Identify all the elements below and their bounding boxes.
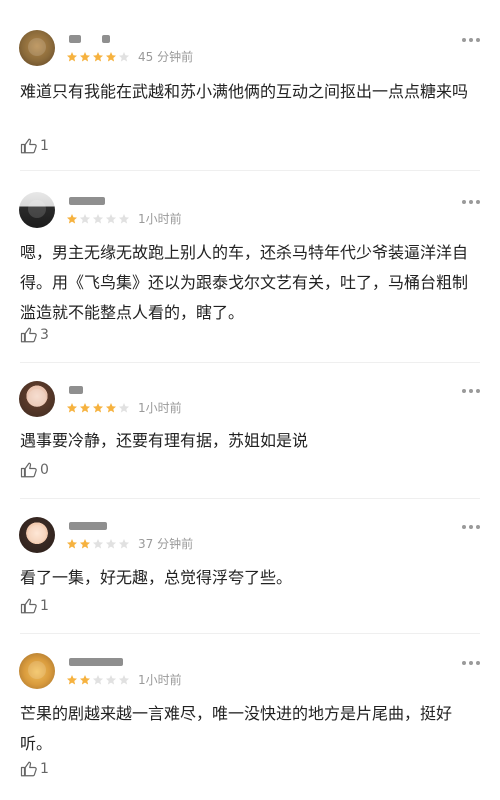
star-filled-icon — [67, 51, 77, 61]
comment-list: 45 分钟前 难道只有我能在武越和苏小满他俩的互动之间抠出一点点糖来吗 1 1小… — [0, 0, 500, 800]
comment-meta: 37 分钟前 — [66, 535, 193, 552]
username[interactable] — [66, 383, 83, 397]
star-filled-icon — [80, 51, 90, 61]
comment-text: 遇事要冷静，还要有理有据，苏姐如是说 — [20, 431, 309, 450]
more-options-button[interactable] — [462, 389, 480, 395]
timestamp: 37 分钟前 — [138, 537, 194, 551]
comment-item: 1小时前 芒果的剧越来越一言难尽，唯一没快进的地方是片尾曲，挺好听。 1 — [0, 653, 500, 788]
like-button[interactable]: 1 — [20, 597, 49, 615]
divider — [20, 170, 480, 171]
star-filled-icon — [67, 674, 77, 684]
avatar[interactable] — [19, 192, 55, 228]
star-empty-icon — [119, 674, 129, 684]
like-count: 1 — [40, 138, 49, 154]
username[interactable] — [66, 194, 105, 208]
comment-meta: 45 分钟前 — [66, 48, 193, 65]
divider — [20, 498, 480, 499]
star-filled-icon — [106, 51, 116, 61]
star-rating — [66, 51, 130, 63]
star-filled-icon — [80, 402, 90, 412]
avatar[interactable] — [19, 653, 55, 689]
redacted-name-mark — [69, 522, 107, 530]
star-empty-icon — [106, 674, 116, 684]
star-filled-icon — [80, 674, 90, 684]
timestamp: 1小时前 — [138, 212, 182, 226]
like-button[interactable]: 0 — [20, 461, 49, 479]
comment-text: 芒果的剧越来越一言难尽，唯一没快进的地方是片尾曲，挺好听。 — [20, 704, 453, 753]
redacted-name-mark — [102, 35, 110, 43]
star-empty-icon — [93, 674, 103, 684]
redacted-name-mark — [69, 386, 83, 394]
timestamp: 1小时前 — [138, 673, 182, 687]
star-empty-icon — [93, 213, 103, 223]
like-button[interactable]: 1 — [20, 760, 49, 778]
timestamp: 45 分钟前 — [138, 50, 194, 64]
star-empty-icon — [119, 402, 129, 412]
comment-item: 1小时前 遇事要冷静，还要有理有据，苏姐如是说 0 — [0, 381, 500, 491]
thumbs-up-icon — [20, 761, 37, 777]
redacted-name-mark — [69, 35, 81, 43]
comment-meta: 1小时前 — [66, 399, 182, 416]
star-empty-icon — [119, 51, 129, 61]
star-rating — [66, 402, 130, 414]
comment-text: 难道只有我能在武越和苏小满他俩的互动之间抠出一点点糖来吗 — [20, 82, 469, 101]
star-filled-icon — [80, 538, 90, 548]
redacted-name-mark — [69, 658, 123, 666]
star-filled-icon — [67, 402, 77, 412]
star-filled-icon — [67, 213, 77, 223]
username[interactable] — [66, 32, 110, 46]
comment-text: 嗯，男主无缘无故跑上别人的车，还杀马特年代少爷装逼洋洋自得。用《飞鸟集》还以为跟… — [20, 243, 469, 322]
star-empty-icon — [80, 213, 90, 223]
like-button[interactable]: 3 — [20, 326, 49, 344]
avatar[interactable] — [19, 30, 55, 66]
more-options-button[interactable] — [462, 200, 480, 206]
comment-meta: 1小时前 — [66, 671, 182, 688]
like-count: 1 — [40, 761, 49, 777]
more-options-button[interactable] — [462, 525, 480, 531]
username[interactable] — [66, 655, 123, 669]
like-count: 3 — [40, 327, 49, 343]
star-filled-icon — [93, 51, 103, 61]
divider — [20, 633, 480, 634]
comment-item: 45 分钟前 难道只有我能在武越和苏小满他俩的互动之间抠出一点点糖来吗 1 — [0, 30, 500, 165]
thumbs-up-icon — [20, 138, 37, 154]
like-count: 0 — [40, 462, 49, 478]
star-empty-icon — [106, 213, 116, 223]
thumbs-up-icon — [20, 462, 37, 478]
star-empty-icon — [119, 538, 129, 548]
comment-meta: 1小时前 — [66, 210, 182, 227]
more-options-button[interactable] — [462, 38, 480, 44]
redacted-name-mark — [69, 197, 105, 205]
thumbs-up-icon — [20, 327, 37, 343]
timestamp: 1小时前 — [138, 401, 182, 415]
star-empty-icon — [119, 213, 129, 223]
star-filled-icon — [67, 538, 77, 548]
star-rating — [66, 674, 130, 686]
avatar[interactable] — [19, 381, 55, 417]
username[interactable] — [66, 519, 107, 533]
star-filled-icon — [106, 402, 116, 412]
star-rating — [66, 538, 130, 550]
avatar[interactable] — [19, 517, 55, 553]
more-options-button[interactable] — [462, 661, 480, 667]
thumbs-up-icon — [20, 598, 37, 614]
star-rating — [66, 213, 130, 225]
star-empty-icon — [106, 538, 116, 548]
star-empty-icon — [93, 538, 103, 548]
comment-item: 1小时前 嗯，男主无缘无故跑上别人的车，还杀马特年代少爷装逼洋洋自得。用《飞鸟集… — [0, 192, 500, 362]
divider — [20, 362, 480, 363]
comment-text: 看了一集，好无趣，总觉得浮夸了些。 — [20, 568, 293, 587]
like-count: 1 — [40, 598, 49, 614]
star-filled-icon — [93, 402, 103, 412]
comment-item: 37 分钟前 看了一集，好无趣，总觉得浮夸了些。 1 — [0, 517, 500, 627]
like-button[interactable]: 1 — [20, 137, 49, 155]
